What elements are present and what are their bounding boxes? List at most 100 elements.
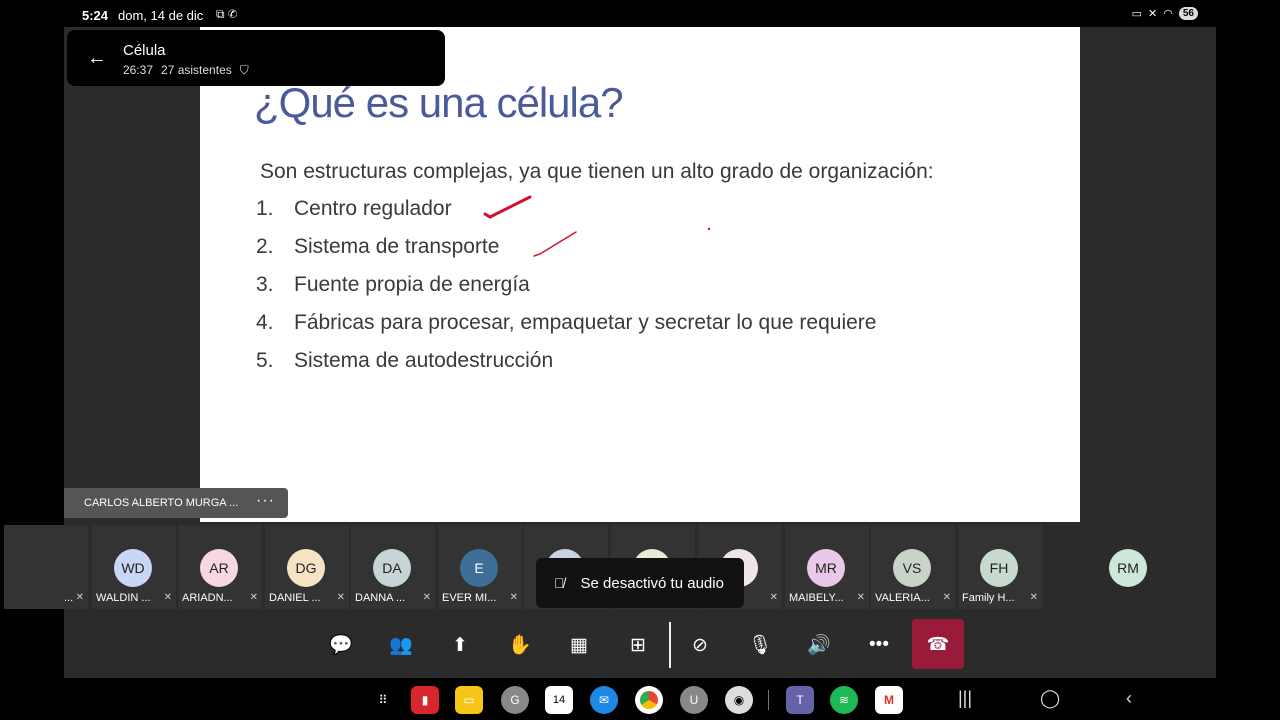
participant-name: Family H... <box>962 592 1015 604</box>
calendar-icon[interactable]: 14 <box>545 686 573 714</box>
app-drawer-icon[interactable]: ⠿ <box>369 686 397 714</box>
apps-button[interactable]: ▦ <box>562 628 596 662</box>
call-duration: 26:37 <box>123 63 154 77</box>
status-right-icons: ▭ ✕ ◠ 56 <box>1132 7 1198 20</box>
speaker-icon: 🔊 <box>807 635 831 656</box>
back-nav-icon[interactable]: ‹ <box>1126 688 1132 709</box>
avatar: VS <box>893 549 931 587</box>
avatar: WD <box>114 549 152 587</box>
status-time: 5:24 <box>82 8 109 23</box>
hang-up-button[interactable]: ☎ <box>912 619 964 669</box>
screen-share-status-icon: ⧉ <box>216 7 225 21</box>
participant-tile[interactable]: MR MAIBELY... ✕ <box>785 525 869 609</box>
app-icon-folder-g[interactable]: G <box>501 686 529 714</box>
shared-slide: ¿Qué es una célula? Son estructuras comp… <box>200 27 1080 522</box>
controls-divider <box>669 622 671 668</box>
participant-tile[interactable]: AR ARIADN... ✕ <box>178 525 262 609</box>
participant-name: DANNA ... <box>355 592 406 604</box>
spotify-icon[interactable]: ≋ <box>830 686 858 714</box>
home-nav-icon[interactable]: ◯ <box>1040 688 1060 709</box>
mic-off-icon: ✕ <box>75 592 84 603</box>
participant-tile[interactable]: E EVER MI... ✕ <box>438 525 522 609</box>
status-bar: 5:24 dom, 14 de dic ⧉ ✆ ▭ ✕ ◠ 56 <box>0 0 1280 30</box>
camera-app-icon[interactable]: ◉ <box>725 686 753 714</box>
avatar: DG <box>287 549 325 587</box>
chat-button[interactable]: 💬 <box>324 628 358 662</box>
app-icon-notes[interactable]: ▮ <box>411 686 439 714</box>
mic-off-icon: ✕ <box>336 592 345 603</box>
recents-nav-icon[interactable]: ||| <box>958 688 972 709</box>
attendee-count: 27 asistentes <box>161 63 232 77</box>
more-button[interactable]: ••• <box>862 628 896 662</box>
app-icon-files[interactable]: ▭ <box>455 686 483 714</box>
camera-toggle-button[interactable]: ⊘ <box>683 628 717 662</box>
taskbar-divider <box>768 690 769 710</box>
presenter-name: CARLOS ALBERTO MURGA ... <box>84 497 239 509</box>
apps-icon: ▦ <box>570 634 588 656</box>
messages-icon[interactable]: ✉ <box>590 686 618 714</box>
people-button[interactable]: 👥 <box>384 628 418 662</box>
participant-tile[interactable]: DG DANIEL ... ✕ <box>265 525 349 609</box>
back-arrow-icon[interactable]: ← <box>87 48 107 68</box>
status-notification-icons: ⧉ ✆ <box>216 7 237 22</box>
participant-tile[interactable]: WD WALDIN ... ✕ <box>92 525 176 609</box>
avatar: RM <box>1109 549 1147 587</box>
mic-off-icon: 🎙̸ <box>554 575 565 591</box>
mic-off-icon: 🎙 <box>747 635 773 656</box>
speaker-button[interactable]: 🔊 <box>802 628 836 662</box>
phone-status-icon: ✆ <box>227 7 238 21</box>
mic-off-icon: ✕ <box>163 592 172 603</box>
mic-off-icon: ✕ <box>769 592 778 603</box>
toast-text: Se desactivó tu audio <box>580 574 724 592</box>
avatar: FH <box>980 549 1018 587</box>
avatar: E <box>460 549 498 587</box>
chat-icon: 💬 <box>329 635 353 656</box>
battery-indicator: 56 <box>1178 7 1198 20</box>
audio-muted-toast: 🎙̸ Se desactivó tu audio <box>536 558 744 608</box>
mic-off-icon: ✕ <box>1029 592 1038 603</box>
participant-name: EVER MI... <box>442 592 497 604</box>
mic-off-icon: ✕ <box>249 592 258 603</box>
app-icon-folder-u[interactable]: U <box>680 686 708 714</box>
participant-tile[interactable]: FH Family H... ✕ <box>958 525 1042 609</box>
avatar: DA <box>373 549 411 587</box>
share-button[interactable]: ⬆ <box>443 628 477 662</box>
mute-status-icon: ✕ <box>1148 8 1158 20</box>
raise-hand-icon: ✋ <box>508 635 532 656</box>
participant-tile[interactable]: DA DANNA ... ✕ <box>351 525 435 609</box>
mic-off-icon: ✕ <box>856 592 865 603</box>
mic-off-icon: ✕ <box>942 592 951 603</box>
presenter-name-tag: CARLOS ALBERTO MURGA ... ··· <box>64 488 288 518</box>
participant-name: DANIEL ... <box>269 592 321 604</box>
layout-icon: ⊞ <box>630 634 646 656</box>
annotation-ink <box>483 195 711 257</box>
participant-tile[interactable]: RM <box>1087 525 1171 609</box>
layout-button[interactable]: ⊞ <box>621 628 655 662</box>
teams-icon[interactable]: T <box>786 686 814 714</box>
participant-tile[interactable]: VS VALERIA... ✕ <box>871 525 955 609</box>
presenter-more-button[interactable]: ··· <box>256 492 275 510</box>
call-subtitle: 26:37 27 asistentes ⛉ <box>123 63 249 78</box>
wifi-icon: ◠ <box>1163 8 1173 20</box>
avatar: MR <box>807 549 845 587</box>
participant-name: VALERIA... <box>875 592 930 604</box>
chrome-icon[interactable] <box>635 686 663 714</box>
phone-hangup-icon: ☎ <box>926 633 950 654</box>
ink-dot <box>707 227 711 231</box>
share-icon: ⬆ <box>452 634 468 656</box>
gmail-icon[interactable]: M <box>875 686 903 714</box>
status-date: dom, 14 de dic <box>118 8 204 23</box>
participant-name: MAIBELY... <box>789 592 844 604</box>
participant-name: WALDIN ... <box>96 592 151 604</box>
call-header: ← Célula 26:37 27 asistentes ⛉ <box>67 30 445 86</box>
checkmark-ink-2 <box>533 231 577 257</box>
raise-hand-button[interactable]: ✋ <box>503 628 537 662</box>
mic-toggle-button[interactable]: 🎙 <box>743 628 777 662</box>
mic-off-icon: ✕ <box>509 592 518 603</box>
participant-tile[interactable]: ... ✕ <box>4 525 88 609</box>
call-controls: 💬 👥 ⬆ ✋ ▦ ⊞ ⊘ 🎙 🔊 ••• ☎ <box>64 612 1216 678</box>
taskbar: ⠿ ▮ ▭ G 14 ✉ U ◉ T ≋ M ||| ◯ ‹ <box>0 680 1280 720</box>
avatar: AR <box>200 549 238 587</box>
call-title: Célula <box>123 42 166 59</box>
camera-off-icon: ⊘ <box>692 634 708 656</box>
